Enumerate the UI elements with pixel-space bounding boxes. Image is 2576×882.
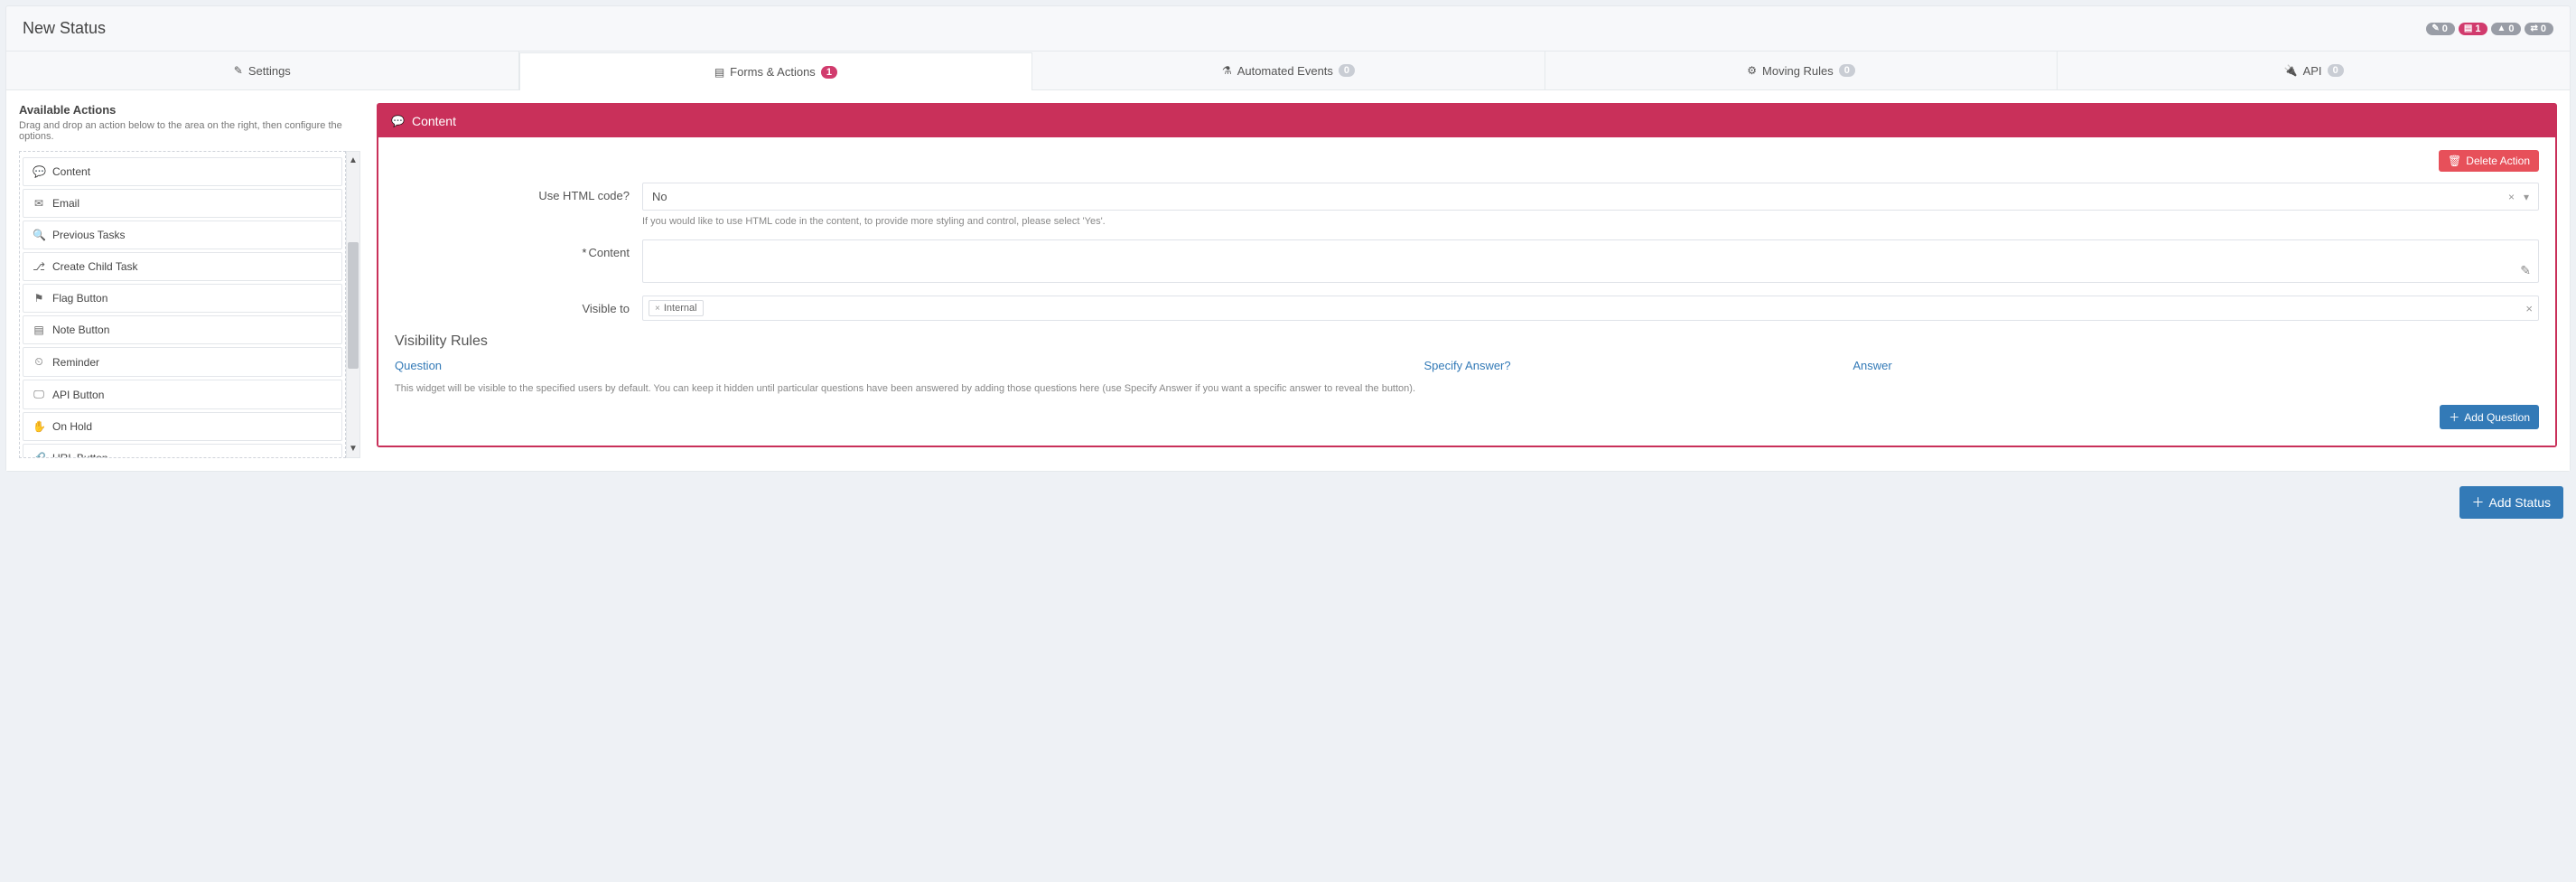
- action-item-label: URL Button: [52, 452, 108, 458]
- content-textarea[interactable]: ✎: [642, 239, 2539, 283]
- chat-icon: 💬: [33, 165, 45, 178]
- action-item-label: Note Button: [52, 324, 109, 336]
- flask-icon: ⚗: [1222, 64, 1232, 77]
- flask-icon: ▲: [2497, 23, 2506, 33]
- tab-api[interactable]: 🔌 API 0: [2058, 52, 2570, 89]
- monitor-icon: 🖵: [33, 388, 45, 401]
- action-item-reminder[interactable]: ⏲ Reminder: [23, 347, 342, 377]
- pencil-icon: ✎: [234, 64, 243, 77]
- visible-to-tagbox[interactable]: × Internal ×: [642, 296, 2539, 321]
- action-item-label: Email: [52, 197, 79, 210]
- available-actions-help: Drag and drop an action below to the are…: [19, 120, 360, 142]
- visibility-columns: Question Specify Answer? Answer: [395, 359, 2539, 372]
- trash-icon: 🗑: [2448, 155, 2461, 167]
- form-icon: ▤: [714, 66, 724, 79]
- action-item-note-button[interactable]: ▤ Note Button: [23, 315, 342, 344]
- tag-internal[interactable]: × Internal: [649, 300, 704, 316]
- use-html-select[interactable]: No × ▾: [642, 183, 2539, 211]
- action-item-email[interactable]: ✉ Email: [23, 189, 342, 218]
- action-item-create-child-task[interactable]: ⎇ Create Child Task: [23, 252, 342, 281]
- moving-badge: 0: [1839, 64, 1855, 77]
- action-item-flag-button[interactable]: ⚑ Flag Button: [23, 284, 342, 313]
- automated-badge: 0: [1339, 64, 1355, 77]
- tabs: ✎ Settings ▤ Forms & Actions 1 ⚗ Automat…: [6, 52, 2570, 90]
- header-pill-forms[interactable]: ▤1: [2459, 23, 2488, 35]
- forms-badge: 1: [821, 66, 837, 79]
- chat-icon: 💬: [391, 115, 405, 127]
- use-html-label: Use HTML code?: [395, 183, 630, 202]
- action-item-label: Reminder: [52, 356, 99, 369]
- action-item-url-button[interactable]: 🔗 URL Button: [23, 444, 342, 458]
- content-label: *Content: [395, 239, 630, 259]
- sliders-icon: ⚙: [1747, 64, 1757, 77]
- edit-icon[interactable]: ✎: [2520, 263, 2531, 278]
- tag-remove-icon[interactable]: ×: [655, 304, 660, 314]
- actions-scrollbar[interactable]: ▲ ▼: [346, 151, 360, 458]
- available-actions-title: Available Actions: [19, 103, 360, 117]
- branch-icon: ⎇: [33, 260, 45, 273]
- plus-icon: ＋: [2472, 493, 2485, 511]
- hand-icon: ✋: [33, 420, 45, 433]
- header-pill-automated[interactable]: ▲0: [2491, 23, 2521, 35]
- header-pill-settings[interactable]: ✎0: [2426, 23, 2455, 35]
- visibility-help: This widget will be visible to the speci…: [395, 383, 2539, 394]
- page-title: New Status: [23, 19, 106, 38]
- header-pill-group: ✎0 ▤1 ▲0 ⇄0: [2426, 23, 2553, 35]
- action-item-label: API Button: [52, 389, 104, 401]
- plug-icon: 🔌: [2284, 64, 2298, 77]
- vis-col-question: Question: [395, 359, 1424, 372]
- pencil-icon: ✎: [2431, 23, 2439, 33]
- action-item-label: Create Child Task: [52, 260, 138, 273]
- editor-panel-title: Content: [412, 114, 456, 128]
- clear-icon[interactable]: ×: [2508, 191, 2515, 203]
- action-item-previous-tasks[interactable]: 🔍 Previous Tasks: [23, 220, 342, 249]
- vis-col-specify: Specify Answer?: [1424, 359, 1853, 372]
- add-status-button[interactable]: ＋ Add Status: [2459, 486, 2564, 519]
- use-html-value: No: [652, 190, 667, 203]
- sliders-icon: ⇄: [2530, 23, 2537, 33]
- scrollbar-thumb[interactable]: [348, 242, 359, 369]
- action-item-api-button[interactable]: 🖵 API Button: [23, 380, 342, 409]
- action-item-content[interactable]: 💬 Content: [23, 157, 342, 186]
- chevron-up-icon[interactable]: ▲: [349, 155, 358, 165]
- vis-col-answer: Answer: [1853, 359, 2539, 372]
- use-html-help: If you would like to use HTML code in th…: [642, 216, 2539, 227]
- clear-all-icon[interactable]: ×: [2525, 302, 2533, 315]
- flag-icon: ⚑: [33, 292, 45, 305]
- tab-settings[interactable]: ✎ Settings: [6, 52, 519, 89]
- tab-forms-actions[interactable]: ▤ Forms & Actions 1: [519, 52, 1033, 90]
- search-icon: 🔍: [33, 229, 45, 241]
- visibility-rules-title: Visibility Rules: [395, 333, 2539, 350]
- action-editor-panel: 💬 Content 🗑 Delete Action Use HTML code?: [377, 103, 2557, 447]
- action-item-label: On Hold: [52, 420, 92, 433]
- action-item-on-hold[interactable]: ✋ On Hold: [23, 412, 342, 441]
- action-item-label: Previous Tasks: [52, 229, 125, 241]
- clock-icon: ⏲: [33, 355, 45, 369]
- form-icon: ▤: [2464, 23, 2472, 33]
- tab-automated-events[interactable]: ⚗ Automated Events 0: [1032, 52, 1545, 89]
- plus-icon: ＋: [2449, 409, 2459, 425]
- add-question-button[interactable]: ＋ Add Question: [2440, 405, 2539, 429]
- available-actions-list: 💬 Content ✉ Email 🔍 Previous Tasks ⎇ Create …: [19, 151, 346, 458]
- delete-action-button[interactable]: 🗑 Delete Action: [2439, 150, 2539, 172]
- visible-to-label: Visible to: [395, 296, 630, 315]
- api-badge: 0: [2328, 64, 2344, 77]
- chevron-down-icon[interactable]: ▾: [2524, 191, 2529, 203]
- tab-moving-rules[interactable]: ⚙ Moving Rules 0: [1545, 52, 2058, 89]
- action-item-label: Content: [52, 165, 90, 178]
- envelope-icon: ✉: [33, 197, 45, 210]
- note-icon: ▤: [33, 324, 45, 336]
- chevron-down-icon[interactable]: ▼: [349, 444, 358, 454]
- action-item-label: Flag Button: [52, 292, 107, 305]
- link-icon: 🔗: [33, 452, 45, 458]
- header-pill-moving[interactable]: ⇄0: [2525, 23, 2553, 35]
